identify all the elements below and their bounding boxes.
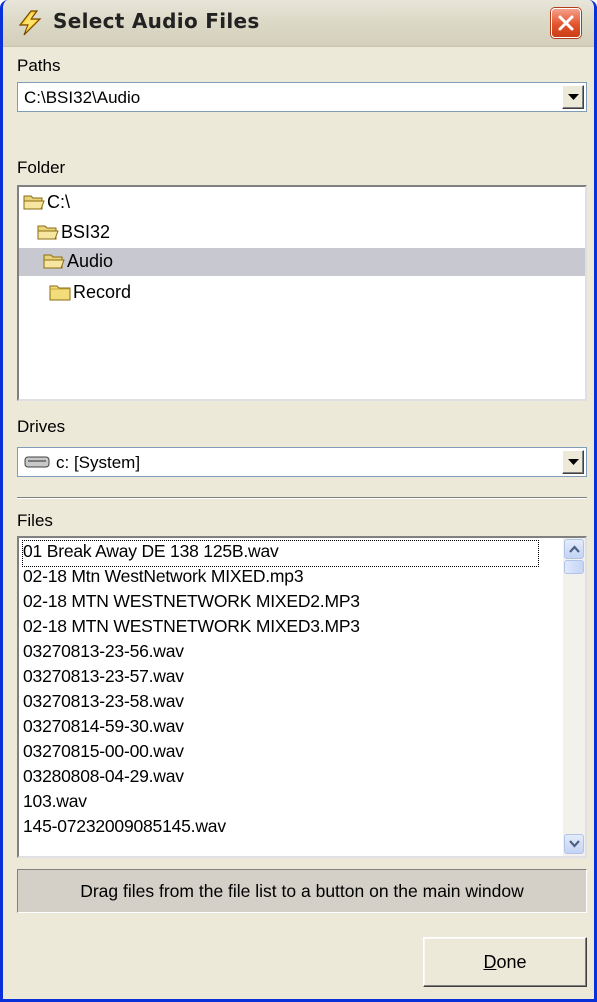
file-list-item[interactable]: 02-18 Mtn WestNetwork MIXED.mp3 (23, 566, 304, 591)
chevron-down-icon (569, 840, 580, 848)
file-list-item[interactable]: 03280808-04-29.wav (23, 766, 184, 791)
close-button[interactable] (551, 8, 581, 38)
scroll-down-button[interactable] (564, 834, 584, 854)
files-scrollbar[interactable] (563, 538, 585, 856)
chevron-down-icon (568, 94, 579, 100)
drag-hint-text: Drag files from the file list to a butto… (17, 869, 587, 913)
folder-icon (49, 283, 71, 301)
folder-item-label: Record (73, 282, 132, 302)
file-list-item[interactable]: 02-18 MTN WESTNETWORK MIXED3.MP3 (23, 616, 360, 641)
scroll-up-button[interactable] (564, 539, 584, 559)
file-list-item[interactable]: 145-07232009085145.wav (23, 816, 226, 841)
title-bar[interactable]: Select Audio Files (3, 0, 594, 47)
drives-dropdown-button[interactable] (562, 450, 584, 474)
file-list-item[interactable]: 02-18 MTN WESTNETWORK MIXED2.MP3 (23, 591, 360, 616)
done-button[interactable]: Done (423, 937, 587, 987)
file-list-item[interactable]: 03270815-00-00.wav (23, 741, 184, 766)
lightning-bolt-icon (17, 10, 43, 36)
open-folder-icon (43, 252, 65, 270)
drives-value: c: [System] (56, 453, 141, 472)
window-title: Select Audio Files (53, 9, 260, 33)
file-list-item[interactable]: 103.wav (23, 791, 87, 816)
folder-label: Folder (17, 158, 66, 177)
chevron-down-icon (568, 459, 579, 465)
files-label: Files (17, 511, 53, 530)
close-icon (558, 15, 574, 31)
folder-item-label: C:\ (47, 192, 71, 212)
file-list-item[interactable]: 03270813-23-56.wav (23, 641, 184, 666)
drives-label: Drives (17, 417, 66, 436)
chevron-up-icon (569, 545, 580, 553)
paths-dropdown-button[interactable] (562, 85, 584, 109)
folder-item-label: BSI32 (61, 222, 111, 242)
folder-item-label: Audio (67, 251, 114, 271)
folder-tree[interactable]: C:\ BSI32 Audio Record (17, 185, 587, 401)
scroll-thumb[interactable] (564, 560, 584, 574)
open-folder-icon (37, 223, 59, 241)
file-list-item[interactable]: 03270814-59-30.wav (23, 716, 184, 741)
open-folder-icon (23, 193, 45, 211)
paths-combobox[interactable]: C:\BSI32\Audio (17, 82, 587, 112)
select-audio-files-window: Select Audio Files Paths C:\BSI32\Audio … (0, 0, 597, 1002)
file-list-item[interactable]: 03270813-23-58.wav (23, 691, 184, 716)
folder-item-c-drive[interactable]: C:\ (23, 189, 583, 217)
file-list-item[interactable]: 03270813-23-57.wav (23, 666, 184, 691)
folder-item-bsi32[interactable]: BSI32 (37, 219, 583, 247)
folder-item-record[interactable]: Record (49, 279, 583, 307)
files-list[interactable]: 01 Break Away DE 138 125B.wav 02-18 Mtn … (17, 536, 587, 858)
divider (17, 497, 587, 499)
hard-drive-icon (24, 455, 50, 474)
file-list-item[interactable]: 01 Break Away DE 138 125B.wav (22, 540, 539, 567)
paths-value: C:\BSI32\Audio (24, 88, 141, 107)
folder-item-audio[interactable]: Audio (19, 248, 585, 276)
drives-combobox[interactable]: c: [System] (17, 447, 587, 477)
paths-label: Paths (17, 56, 61, 75)
